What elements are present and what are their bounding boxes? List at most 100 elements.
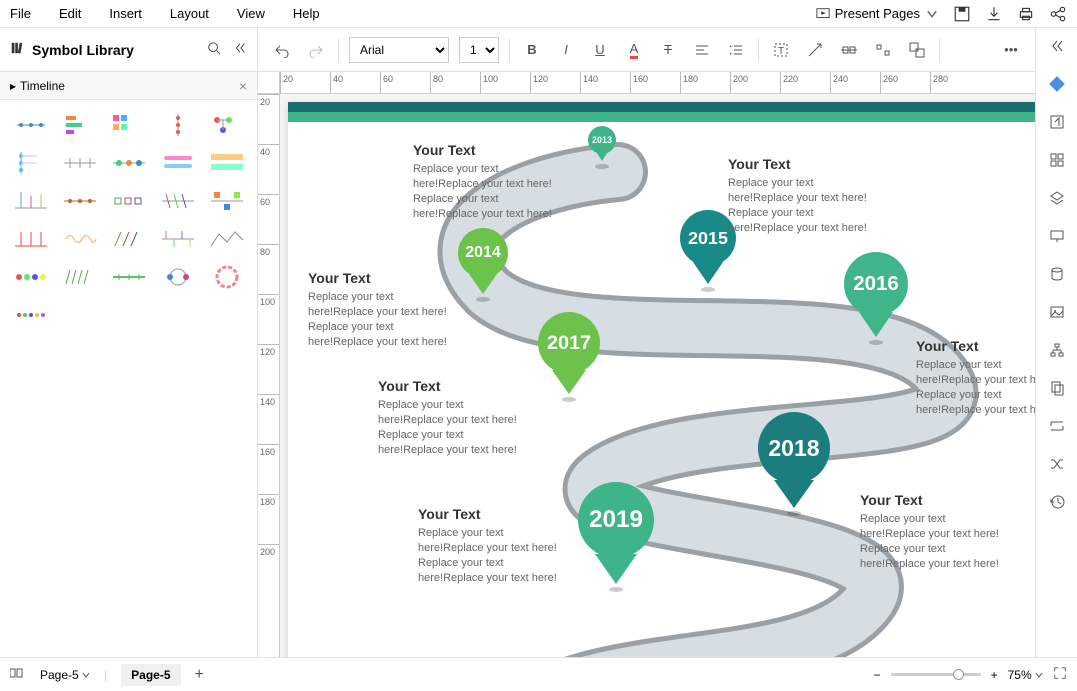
align-objects-icon[interactable] bbox=[837, 38, 861, 62]
bold-icon[interactable]: B bbox=[520, 38, 544, 62]
grid-icon[interactable] bbox=[1047, 150, 1067, 170]
text-block[interactable]: Your TextReplace your text here!Replace … bbox=[418, 506, 568, 585]
page-dropdown[interactable]: Page-5 bbox=[40, 668, 90, 682]
timeline-shape[interactable] bbox=[8, 222, 53, 256]
text-block[interactable]: Your TextReplace your text here!Replace … bbox=[413, 142, 563, 221]
menu-view[interactable]: View bbox=[237, 6, 265, 21]
hierarchy-icon[interactable] bbox=[1047, 340, 1067, 360]
timeline-shape[interactable] bbox=[8, 108, 53, 142]
canvas-page[interactable]: 2013201420152016201720182019 Your TextRe… bbox=[288, 102, 1035, 657]
menu-layout[interactable]: Layout bbox=[170, 6, 209, 21]
timeline-shape[interactable] bbox=[106, 146, 151, 180]
timeline-shape[interactable] bbox=[106, 184, 151, 218]
timeline-shape[interactable] bbox=[204, 146, 249, 180]
text-block[interactable]: Your TextReplace your text here!Replace … bbox=[728, 156, 878, 235]
menu-insert[interactable]: Insert bbox=[109, 6, 142, 21]
expand-right-panel-icon[interactable] bbox=[1047, 36, 1067, 56]
text-block[interactable]: Your TextReplace your text here!Replace … bbox=[308, 270, 458, 349]
text-box-icon[interactable]: T bbox=[769, 38, 793, 62]
timeline-shape[interactable] bbox=[155, 260, 200, 294]
text-block[interactable]: Your TextReplace your text here!Replace … bbox=[378, 378, 528, 457]
timeline-shape[interactable] bbox=[204, 108, 249, 142]
timeline-shape[interactable] bbox=[204, 184, 249, 218]
search-icon[interactable] bbox=[207, 41, 221, 58]
timeline-shape[interactable] bbox=[155, 222, 200, 256]
timeline-shape[interactable] bbox=[57, 260, 102, 294]
align-icon[interactable] bbox=[690, 38, 714, 62]
italic-icon[interactable]: I bbox=[554, 38, 578, 62]
font-color-icon[interactable]: A bbox=[622, 38, 646, 62]
menu-edit[interactable]: Edit bbox=[59, 6, 81, 21]
close-section-icon[interactable]: × bbox=[239, 78, 247, 94]
menu-items: File Edit Insert Layout View Help bbox=[10, 6, 320, 21]
share-icon[interactable] bbox=[1049, 5, 1067, 23]
text-block-body: Replace your text here!Replace your text… bbox=[916, 358, 1035, 417]
library-icon bbox=[10, 41, 24, 58]
text-block[interactable]: Your TextReplace your text here!Replace … bbox=[916, 338, 1035, 417]
timeline-shape[interactable] bbox=[8, 298, 53, 332]
clipboard-icon[interactable] bbox=[1047, 378, 1067, 398]
underline-icon[interactable]: U bbox=[588, 38, 612, 62]
timeline-shape[interactable] bbox=[8, 146, 53, 180]
line-spacing-icon[interactable] bbox=[724, 38, 748, 62]
font-size-selector[interactable]: 10 bbox=[459, 37, 499, 63]
zoom-level[interactable]: 75% bbox=[1008, 668, 1043, 682]
menu-help[interactable]: Help bbox=[293, 6, 320, 21]
timeline-shape[interactable] bbox=[155, 146, 200, 180]
distribute-icon[interactable] bbox=[871, 38, 895, 62]
text-block[interactable]: Your TextReplace your text here!Replace … bbox=[860, 492, 1010, 571]
timeline-shape[interactable] bbox=[106, 222, 151, 256]
export-icon[interactable] bbox=[1047, 112, 1067, 132]
group-icon[interactable] bbox=[905, 38, 929, 62]
timeline-shape[interactable] bbox=[155, 184, 200, 218]
timeline-shape[interactable] bbox=[8, 260, 53, 294]
presentation-icon[interactable] bbox=[1047, 226, 1067, 246]
save-icon[interactable] bbox=[953, 5, 971, 23]
history-icon[interactable] bbox=[1047, 492, 1067, 512]
zoom-in-icon[interactable]: + bbox=[991, 668, 998, 682]
timeline-shape[interactable] bbox=[204, 222, 249, 256]
download-icon[interactable] bbox=[985, 5, 1003, 23]
undo-icon[interactable] bbox=[270, 38, 294, 62]
menu-file[interactable]: File bbox=[10, 6, 31, 21]
fullscreen-icon[interactable] bbox=[1053, 666, 1067, 683]
timeline-shape[interactable] bbox=[106, 108, 151, 142]
map-pin-2013[interactable]: 2013 bbox=[588, 126, 616, 169]
add-page-icon[interactable]: + bbox=[195, 666, 204, 684]
timeline-shape[interactable] bbox=[155, 108, 200, 142]
canvas-scroll[interactable]: 2013201420152016201720182019 Your TextRe… bbox=[280, 94, 1035, 657]
ruler-corner bbox=[258, 72, 280, 94]
timeline-shape[interactable] bbox=[57, 108, 102, 142]
collapse-sidebar-icon[interactable] bbox=[233, 41, 247, 58]
page-list-icon[interactable] bbox=[10, 667, 26, 682]
layers-icon[interactable] bbox=[1047, 188, 1067, 208]
map-pin-2019[interactable]: 2019 bbox=[578, 482, 654, 592]
image-icon[interactable] bbox=[1047, 302, 1067, 322]
timeline-shape[interactable] bbox=[57, 222, 102, 256]
font-selector[interactable]: Arial bbox=[349, 37, 449, 63]
shuffle-icon[interactable] bbox=[1047, 454, 1067, 474]
zoom-out-icon[interactable]: − bbox=[874, 668, 881, 682]
map-pin-2016[interactable]: 2016 bbox=[844, 252, 908, 345]
map-pin-2018[interactable]: 2018 bbox=[758, 412, 830, 516]
connector-icon[interactable] bbox=[803, 38, 827, 62]
strikethrough-icon[interactable]: T bbox=[656, 38, 680, 62]
more-icon[interactable]: ••• bbox=[999, 38, 1023, 62]
vertical-ruler: 20406080100120140160180200 bbox=[258, 94, 280, 657]
print-icon[interactable] bbox=[1017, 5, 1035, 23]
timeline-section-header[interactable]: ▸ Timeline × bbox=[0, 72, 257, 100]
timeline-shape[interactable] bbox=[204, 260, 249, 294]
timeline-shape[interactable] bbox=[8, 184, 53, 218]
map-pin-2017[interactable]: 2017 bbox=[538, 312, 600, 402]
redo-icon[interactable] bbox=[304, 38, 328, 62]
zoom-slider[interactable] bbox=[891, 673, 981, 676]
page-tab[interactable]: Page-5 bbox=[121, 664, 180, 686]
present-pages-button[interactable]: Present Pages bbox=[816, 6, 939, 21]
data-icon[interactable] bbox=[1047, 264, 1067, 284]
ruler-settings-icon[interactable] bbox=[1047, 416, 1067, 436]
timeline-shape[interactable] bbox=[57, 146, 102, 180]
theme-icon[interactable] bbox=[1047, 74, 1067, 94]
timeline-shape[interactable] bbox=[106, 260, 151, 294]
map-pin-2014[interactable]: 2014 bbox=[458, 228, 508, 302]
timeline-shape[interactable] bbox=[57, 184, 102, 218]
